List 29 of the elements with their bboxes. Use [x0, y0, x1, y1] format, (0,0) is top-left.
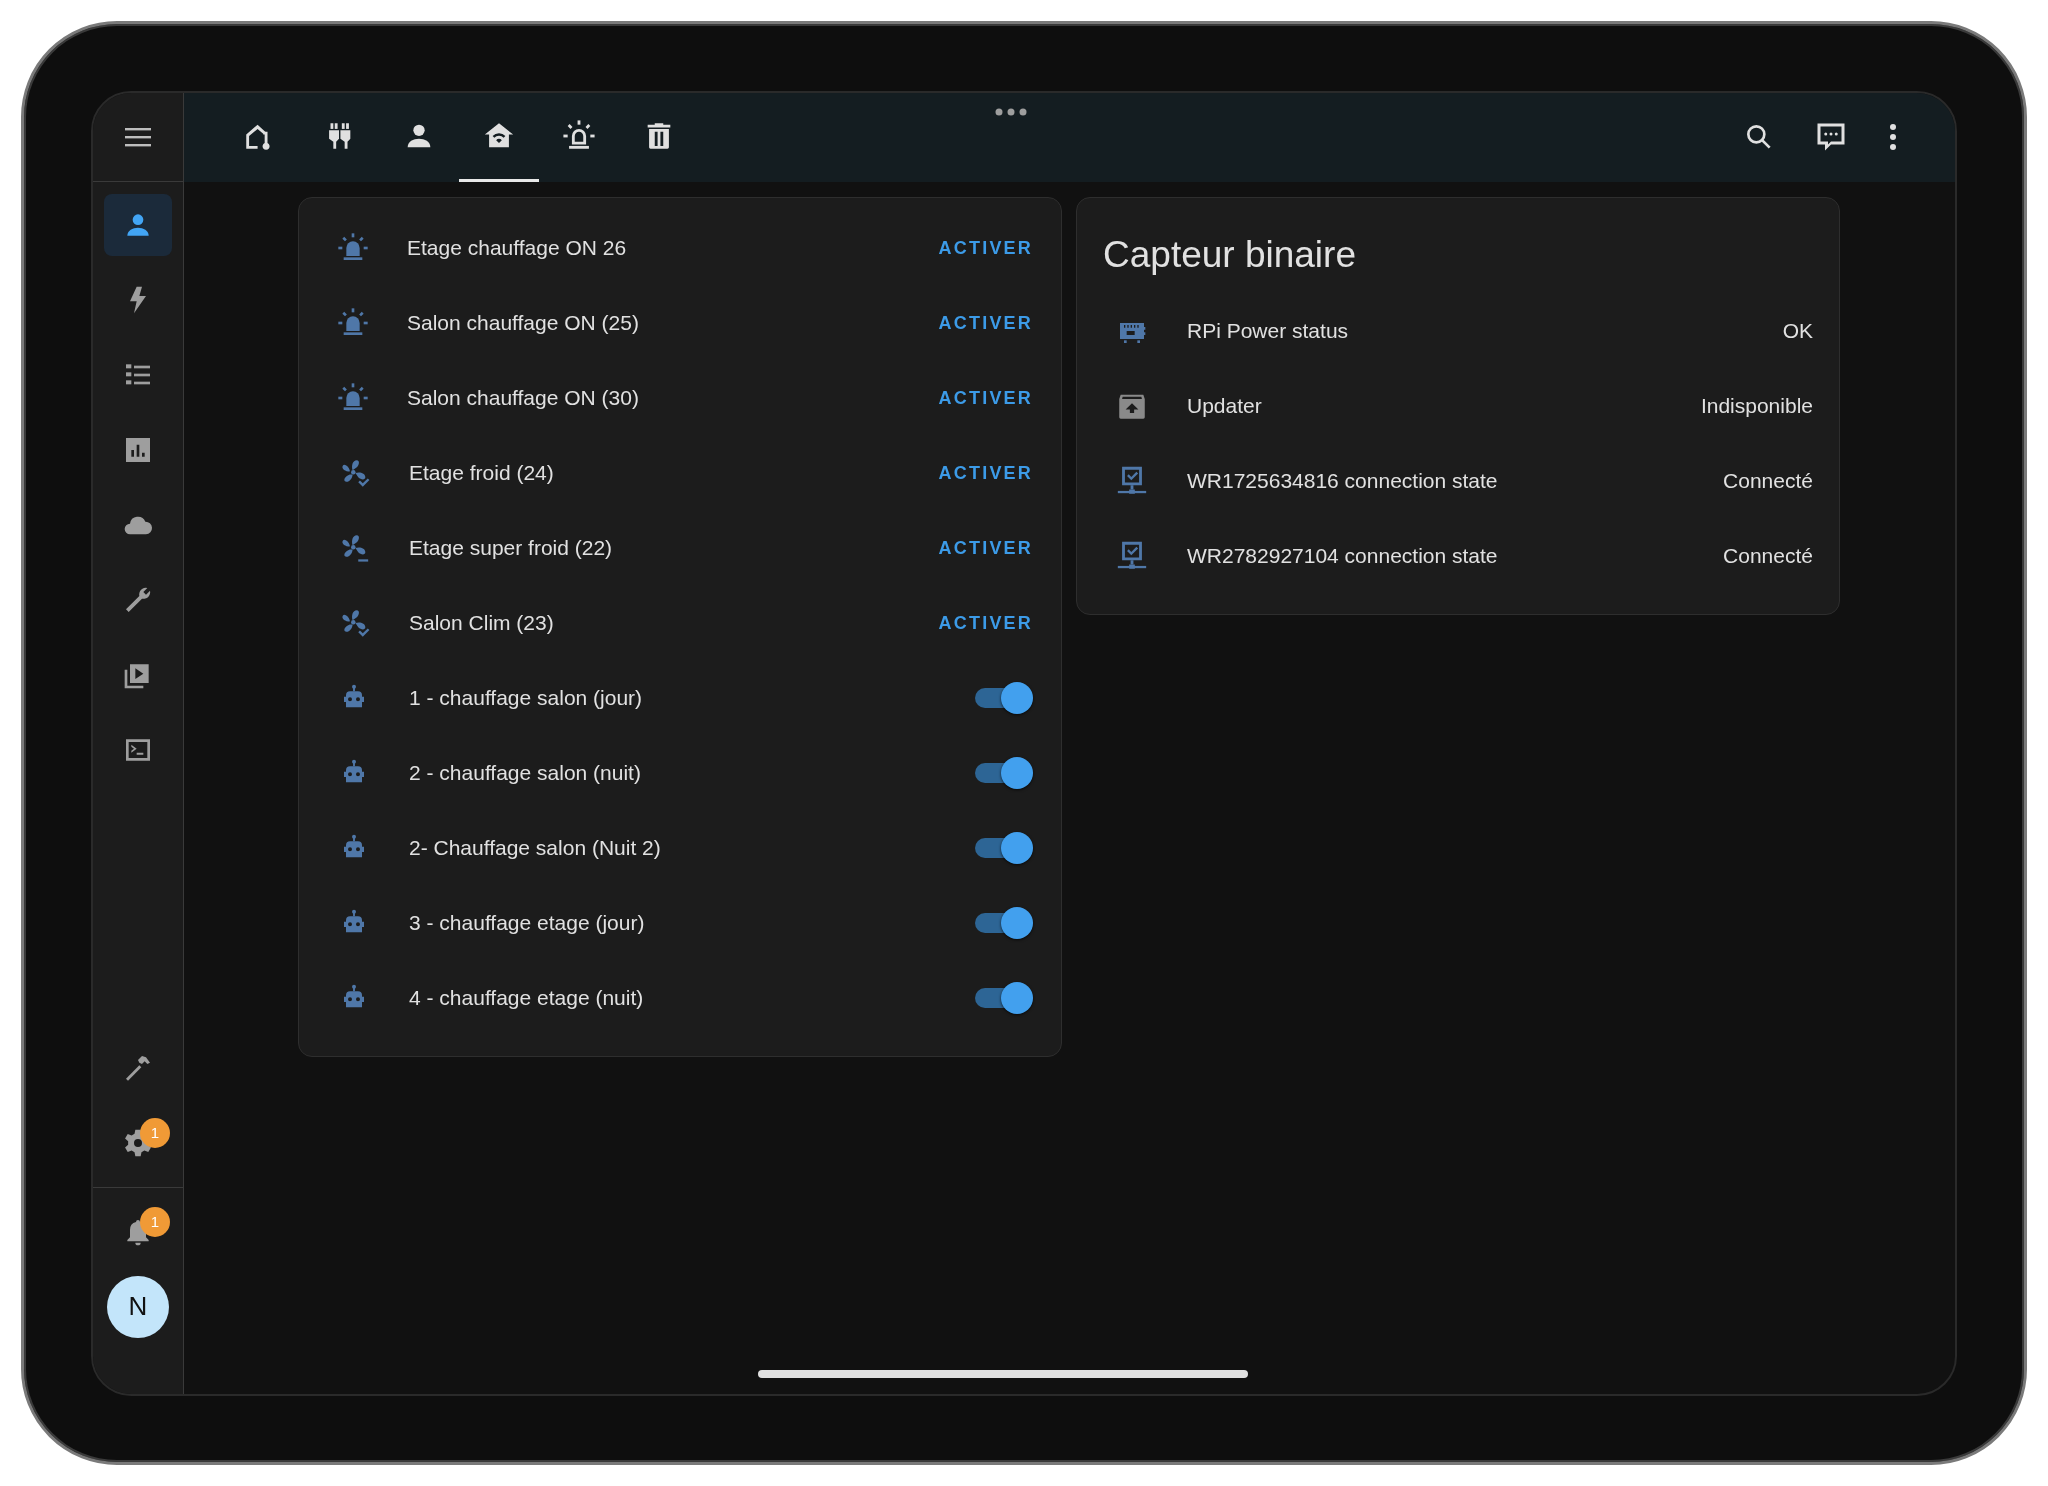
- entity-name: Salon chauffage ON (30): [407, 386, 639, 410]
- sensor-name: Updater: [1187, 394, 1262, 418]
- user-avatar[interactable]: N: [107, 1275, 169, 1338]
- sensor-state: Connecté: [1723, 469, 1813, 493]
- activate-button[interactable]: ACTIVER: [932, 304, 1039, 342]
- sensor-name: WR1725634816 connection state: [1187, 469, 1498, 493]
- entity-name: Etage super froid (22): [409, 536, 613, 560]
- sensor-state: Connecté: [1723, 544, 1813, 568]
- sensor-state: Indisponible: [1700, 394, 1813, 418]
- entity-name: Salon Clim (23): [409, 611, 554, 635]
- entity-name: 1 - chauffage salon (jour): [409, 686, 643, 710]
- activate-button[interactable]: ACTIVER: [932, 454, 1039, 492]
- notification-badge: 1: [140, 1117, 170, 1148]
- sensor-name: RPi Power status: [1187, 319, 1349, 343]
- entity-name: 3 - chauffage etage (jour): [409, 911, 645, 935]
- activate-button[interactable]: ACTIVER: [932, 529, 1039, 567]
- activate-button[interactable]: ACTIVER: [932, 379, 1039, 417]
- notification-badge: 1: [140, 1206, 170, 1237]
- entity-name: Etage froid (24): [409, 461, 554, 485]
- entity-name: 2- Chauffage salon (Nuit 2): [409, 836, 661, 860]
- card-title: Capteur binaire: [1102, 232, 1357, 277]
- activate-button[interactable]: ACTIVER: [932, 229, 1039, 267]
- entity-name: Etage chauffage ON 26: [407, 236, 627, 260]
- activate-button[interactable]: ACTIVER: [932, 604, 1039, 642]
- sensor-state: OK: [1782, 319, 1813, 343]
- sensor-name: WR2782927104 connection state: [1187, 544, 1498, 568]
- entity-name: 2 - chauffage salon (nuit): [409, 761, 641, 785]
- entity-name: Salon chauffage ON (25): [407, 311, 639, 335]
- entity-name: 4 - chauffage etage (nuit): [409, 986, 644, 1010]
